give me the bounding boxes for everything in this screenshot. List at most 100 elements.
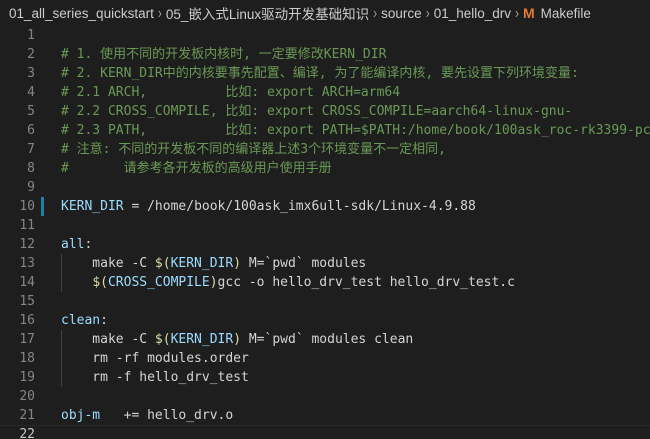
code-line[interactable]: 10 KERN_DIR = /home/book/100ask_imx6ull-s… [0, 197, 650, 216]
line-number: 8 [27, 161, 35, 176]
breadcrumb: 01_all_series_quickstart › 05_嵌入式Linux驱动… [0, 0, 650, 26]
code-line[interactable]: 9 [0, 178, 650, 197]
code-text: make -C [61, 256, 155, 271]
code-content: # 1. 使用不同的开发板内核时, 一定要修改KERN_DIR [61, 45, 386, 64]
code-comment: # 注意: 不同的开发板不同的编译器上述3个环境变量不一定相同, [61, 142, 446, 157]
code-comment: # 2.3 PATH, 比如: export PATH=$PATH:/home/… [61, 123, 650, 138]
breadcrumb-item-quickstart[interactable]: 01_all_series_quickstart [9, 6, 154, 21]
code-text: : [84, 237, 93, 252]
code-text: make -C [61, 332, 155, 347]
code-content: # 2.2 CROSS_COMPILE, 比如: export CROSS_CO… [61, 102, 572, 121]
code-text: : [100, 313, 108, 328]
code-line[interactable]: 14 $(CROSS_COMPILE)gcc -o hello_drv_test… [0, 273, 650, 292]
code-macro-variable: KERN_DIR [170, 332, 234, 347]
line-number: 2 [27, 47, 35, 62]
breadcrumb-item-hello-drv[interactable]: 01_hello_drv [434, 6, 511, 21]
code-line[interactable]: 15 [0, 292, 650, 311]
line-number: 15 [19, 294, 35, 309]
code-line[interactable]: 5 # 2.2 CROSS_COMPILE, 比如: export CROSS_C… [0, 102, 650, 121]
code-line[interactable]: 8 # 请参考各开发板的高级用户使用手册 [0, 159, 650, 178]
code-macro-variable: CROSS_COMPILE [107, 275, 210, 290]
code-line[interactable]: 20 [0, 387, 650, 406]
code-line[interactable]: 16 clean: [0, 311, 650, 330]
code-content: obj-m += hello_drv.o [61, 406, 233, 425]
code-text: = /home/book/100ask_imx6ull-sdk/Linux-4.… [123, 199, 476, 214]
line-number: 3 [27, 66, 35, 81]
code-text: M=`pwd` modules clean [241, 332, 414, 347]
code-content: all: [61, 235, 92, 254]
code-content: # 注意: 不同的开发板不同的编译器上述3个环境变量不一定相同, [61, 140, 446, 159]
code-line[interactable]: 6 # 2.3 PATH, 比如: export PATH=$PATH:/home… [0, 121, 650, 140]
code-content: clean: [61, 311, 108, 330]
code-content: make -C $(KERN_DIR) M=`pwd` modules [61, 254, 366, 273]
chevron-right-icon: › [373, 3, 378, 23]
line-number: 22 [19, 427, 35, 439]
code-line[interactable]: 21 obj-m += hello_drv.o [0, 406, 650, 425]
code-line[interactable]: 19 rm -f hello_drv_test [0, 368, 650, 387]
line-number: 12 [19, 237, 35, 252]
code-text: rm -rf modules.order [61, 351, 249, 366]
code-content: # 2. KERN_DIR中的内核要事先配置、编译, 为了能编译内核, 要先设置… [61, 64, 579, 83]
code-content: KERN_DIR = /home/book/100ask_imx6ull-sdk… [61, 197, 476, 216]
code-macro-close: ) [209, 275, 218, 290]
line-number: 21 [19, 408, 35, 423]
code-line[interactable]: 1 [0, 26, 650, 45]
code-comment: # 2.2 CROSS_COMPILE, 比如: export CROSS_CO… [61, 104, 573, 119]
line-number: 13 [19, 256, 35, 271]
code-macro-open: $( [154, 256, 171, 271]
code-target: clean [61, 313, 101, 328]
code-content: rm -rf modules.order [61, 349, 249, 368]
line-number: 11 [19, 218, 35, 233]
line-number: 10 [19, 199, 35, 214]
breadcrumb-item-source[interactable]: source [381, 6, 422, 21]
line-number: 5 [27, 104, 35, 119]
code-content: $(CROSS_COMPILE)gcc -o hello_drv_test he… [61, 273, 515, 292]
line-number: 18 [19, 351, 35, 366]
code-macro-close: ) [233, 256, 242, 271]
line-number: 17 [19, 332, 35, 347]
code-macro-open: $( [92, 275, 108, 290]
line-number: 6 [27, 123, 35, 138]
code-text: rm -f hello_drv_test [61, 370, 249, 385]
code-comment: # 1. 使用不同的开发板内核时, 一定要修改KERN_DIR [61, 47, 387, 62]
code-line[interactable]: 7 # 注意: 不同的开发板不同的编译器上述3个环境变量不一定相同, [0, 140, 650, 159]
code-line[interactable]: 22 [0, 425, 650, 439]
code-content: rm -f hello_drv_test [61, 368, 249, 387]
code-macro-open: $( [154, 332, 171, 347]
makefile-icon: M [523, 5, 535, 21]
line-number: 4 [27, 85, 35, 100]
code-content: # 请参考各开发板的高级用户使用手册 [61, 159, 332, 178]
code-line[interactable]: 11 [0, 216, 650, 235]
code-target: all [61, 237, 85, 252]
line-number: 9 [27, 180, 35, 195]
chevron-right-icon: › [157, 3, 162, 23]
code-line[interactable]: 4 # 2.1 ARCH, 比如: export ARCH=arm64 [0, 83, 650, 102]
code-line[interactable]: 18 rm -rf modules.order [0, 349, 650, 368]
code-variable: obj-m [61, 408, 101, 423]
code-line[interactable]: 3 # 2. KERN_DIR中的内核要事先配置、编译, 为了能编译内核, 要先设… [0, 64, 650, 83]
code-line[interactable]: 12 all: [0, 235, 650, 254]
code-variable: KERN_DIR [61, 199, 124, 214]
code-comment: # 请参考各开发板的高级用户使用手册 [61, 161, 332, 176]
line-number: 16 [19, 313, 35, 328]
line-number: 1 [27, 28, 35, 43]
code-comment: # 2.1 ARCH, 比如: export ARCH=arm64 [61, 85, 401, 100]
breadcrumb-item-file[interactable]: Makefile [541, 6, 591, 21]
code-line[interactable]: 2 # 1. 使用不同的开发板内核时, 一定要修改KERN_DIR [0, 45, 650, 64]
line-number: 19 [19, 370, 35, 385]
line-number: 20 [19, 389, 35, 404]
code-editor[interactable]: 1 2 # 1. 使用不同的开发板内核时, 一定要修改KERN_DIR 3 # 2. K… [0, 26, 650, 439]
code-text: gcc -o hello_drv_test hello_drv_test.c [217, 275, 515, 290]
line-number: 14 [19, 275, 35, 290]
chevron-right-icon: › [515, 3, 519, 23]
code-content: make -C $(KERN_DIR) M=`pwd` modules clea… [61, 330, 413, 349]
code-macro-variable: KERN_DIR [170, 256, 234, 271]
line-number: 7 [27, 142, 35, 157]
code-macro-close: ) [233, 332, 242, 347]
code-line[interactable]: 17 make -C $(KERN_DIR) M=`pwd` modules c… [0, 330, 650, 349]
code-content: # 2.3 PATH, 比如: export PATH=$PATH:/home/… [61, 121, 650, 140]
breadcrumb-item-linux-driver[interactable]: 05_嵌入式Linux驱动开发基础知识 [166, 3, 369, 23]
chevron-right-icon: › [425, 3, 430, 23]
code-line[interactable]: 13 make -C $(KERN_DIR) M=`pwd` modules [0, 254, 650, 273]
